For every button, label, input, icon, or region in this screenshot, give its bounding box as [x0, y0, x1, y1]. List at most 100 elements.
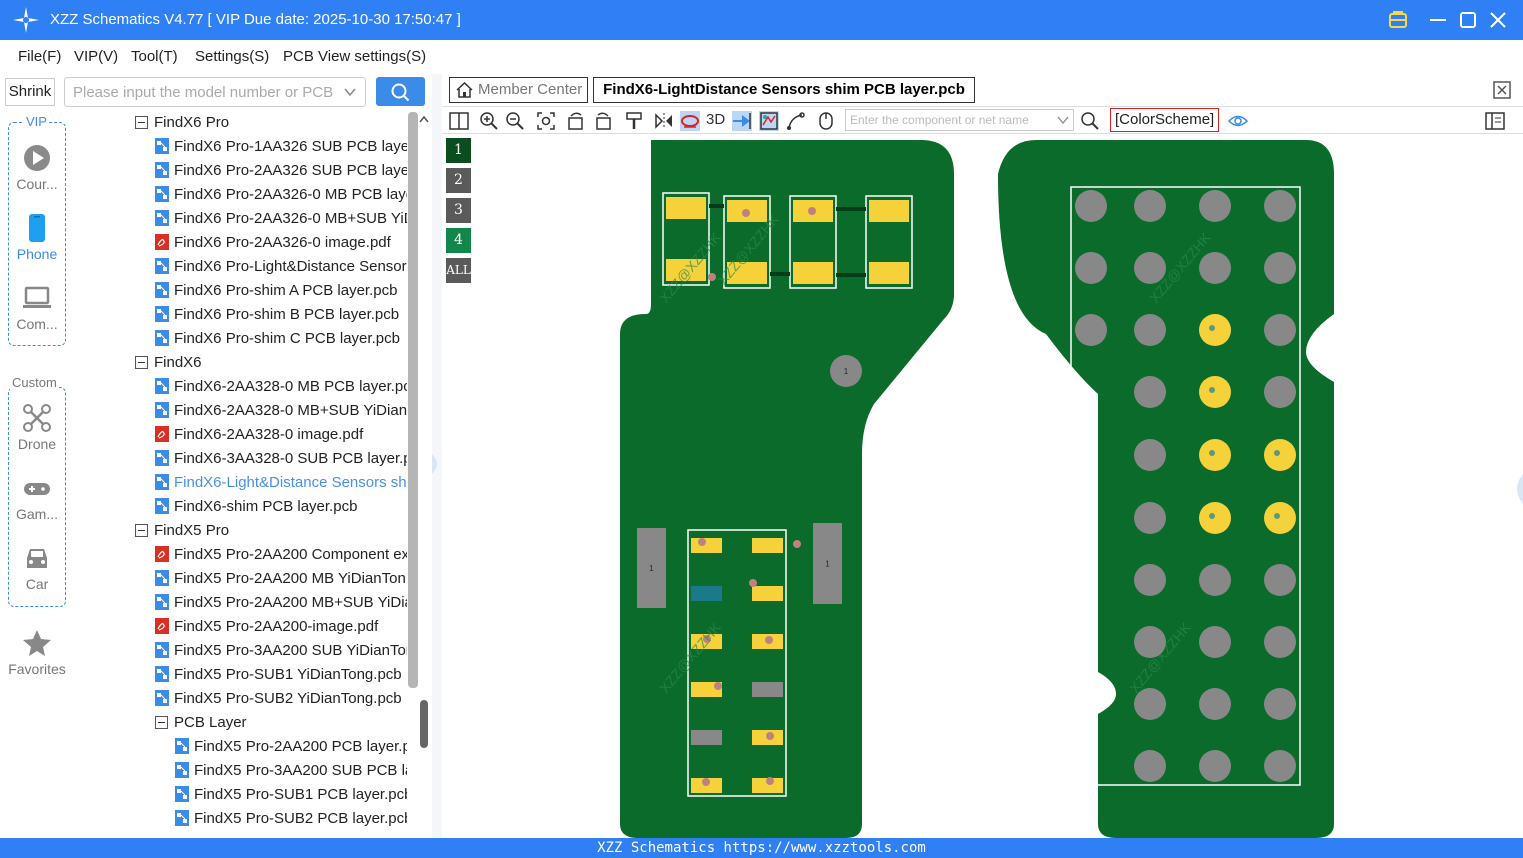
net-trace-icon[interactable] — [732, 111, 752, 131]
view-3d-button[interactable]: 3D — [706, 111, 725, 128]
component-search-input[interactable]: Enter the component or net name — [845, 109, 1074, 131]
layer-1-button[interactable]: 1 — [446, 138, 471, 163]
tree-file[interactable]: FindX5 Pro-2AA200 MB+SUB YiDia — [155, 590, 407, 614]
tree-folder[interactable]: FindX5 Pro — [135, 518, 229, 542]
pcb-canvas[interactable]: 1 1 1 XZZ@XZZHK XZZ@XZZHK XZZ@XZZHK XZZ@XZZHK X… — [476, 134, 1523, 838]
nav-computer[interactable]: Com... — [0, 284, 74, 332]
ball-pad — [1264, 376, 1296, 408]
tree-file[interactable]: FindX5 Pro-2AA200 MB YiDianTon — [155, 566, 406, 590]
search-button[interactable] — [376, 77, 425, 106]
tree-file[interactable]: FindX6 Pro-shim C PCB layer.pcb — [155, 326, 400, 350]
collapse-icon[interactable] — [135, 523, 148, 537]
menu-pcb-view-settings[interactable]: PCB View settings(S) — [283, 48, 426, 65]
tree-scrollbar[interactable] — [408, 112, 418, 688]
tree-file[interactable]: FindX5 Pro-SUB2 YiDianTong.pcb — [155, 686, 402, 710]
tree-file[interactable]: FindX6-2AA328-0 MB PCB layer.pc — [155, 374, 407, 398]
close-icon[interactable] — [1486, 8, 1510, 32]
rotate-right-icon[interactable] — [593, 111, 613, 131]
color-scheme-button[interactable]: [ColorScheme] — [1110, 108, 1220, 132]
split-view-icon[interactable] — [449, 111, 469, 131]
tree-item-label: FindX5 Pro-SUB1 YiDianTong.pcb — [174, 665, 402, 683]
side-panel-icon[interactable] — [1485, 111, 1505, 131]
tree-file[interactable]: FindX5 Pro-SUB1 PCB layer.pcb — [175, 782, 407, 806]
tree-file[interactable]: FindX6-shim PCB layer.pcb — [155, 494, 357, 518]
layer-4-button[interactable]: 4 — [446, 228, 471, 253]
tree-folder[interactable]: FindX6 Pro — [135, 110, 229, 134]
tree-file[interactable]: FindX6 Pro-1AA326 SUB PCB layer. — [155, 134, 407, 158]
pcb-drawing[interactable]: 11 1XZZ@XZZHKXZZ@XZZHK XZZ@XZZHKXZZ@XZZHK X… — [476, 134, 1523, 838]
tab-active-file[interactable]: FindX6-LightDistance Sensors shim PCB la… — [593, 77, 975, 103]
pcb-file-icon — [155, 402, 169, 418]
close-tab-icon[interactable] — [1493, 81, 1511, 99]
tree-file[interactable]: FindX6 Pro-2AA326 SUB PCB layer. — [155, 158, 407, 182]
tree-file[interactable]: FindX6 Pro-2AA326-0 MB PCB laye — [155, 182, 407, 206]
collapse-icon[interactable] — [135, 355, 148, 369]
layer-all-button[interactable]: ALL — [446, 258, 471, 283]
measure-icon[interactable] — [786, 111, 806, 131]
tree-file[interactable]: FindX5 Pro-2AA200 PCB layer.p — [175, 734, 407, 758]
pad-highlight-icon[interactable] — [680, 111, 700, 131]
search-icon[interactable] — [1080, 111, 1100, 131]
scroll-up-icon[interactable] — [418, 114, 430, 124]
pcb-file-icon — [155, 138, 169, 154]
layer-2-button[interactable]: 2 — [446, 168, 471, 193]
tree-scrollbar-thumb[interactable] — [420, 700, 428, 748]
pad — [793, 262, 833, 284]
chevron-down-icon[interactable] — [1057, 115, 1069, 125]
zoom-out-icon[interactable] — [505, 111, 525, 131]
tree-folder[interactable]: FindX6 — [135, 350, 202, 374]
tab-member-center[interactable]: Member Center — [449, 77, 588, 103]
tree-folder[interactable]: PCB Layer — [155, 710, 247, 734]
layer-color-icon[interactable] — [759, 111, 779, 131]
tree-file[interactable]: FindX6 Pro-2AA326-0 image.pdf — [155, 230, 391, 254]
tree-file[interactable]: FindX6-3AA328-0 SUB PCB layer.pc — [155, 446, 407, 470]
nav-favorites[interactable]: Favorites — [0, 629, 74, 677]
collapse-icon[interactable] — [155, 715, 168, 729]
tree-file[interactable]: FindX5 Pro-2AA200 Component ex — [155, 542, 407, 566]
collapse-panel-icon[interactable] — [432, 454, 442, 474]
tree-file[interactable]: FindX6 Pro-shim A PCB layer.pcb — [155, 278, 397, 302]
nav-drone[interactable]: Drone — [0, 404, 74, 452]
collapse-icon[interactable] — [135, 115, 148, 129]
eye-icon[interactable] — [1228, 111, 1248, 131]
panel-splitter[interactable] — [432, 74, 442, 838]
tree-file[interactable]: FindX6 Pro-2AA326-0 MB+SUB YiD — [155, 206, 407, 230]
maximize-icon[interactable] — [1456, 8, 1480, 32]
mirror-icon[interactable] — [654, 111, 674, 131]
tree-file[interactable]: FindX5 Pro-2AA200-image.pdf — [155, 614, 378, 638]
tree-file[interactable]: FindX5 Pro-SUB1 YiDianTong.pcb — [155, 662, 402, 686]
menu-file[interactable]: File(F) — [18, 48, 61, 65]
brush-icon[interactable] — [624, 111, 644, 131]
minimize-icon[interactable] — [1426, 8, 1450, 32]
layer-3-button[interactable]: 3 — [446, 198, 471, 223]
pad — [691, 538, 722, 553]
tree-file[interactable]: FindX6 Pro-shim B PCB layer.pcb — [155, 302, 399, 326]
nav-courses[interactable]: Cour... — [0, 144, 74, 192]
tree-file[interactable]: FindX5 Pro-3AA200 SUB YiDianTor — [155, 638, 407, 662]
tree-file[interactable]: FindX6-Light&Distance Sensors sh — [155, 470, 407, 494]
tree-file[interactable]: FindX5 Pro-3AA200 SUB PCB la — [175, 758, 407, 782]
collapse-right-panel-icon[interactable] — [1511, 474, 1523, 504]
tree-file[interactable]: FindX6-2AA328-0 MB+SUB YiDian — [155, 398, 407, 422]
tree-file[interactable]: FindX5 Pro-SUB2 PCB layer.pcb — [175, 806, 407, 830]
tree-item-label: FindX5 Pro-3AA200 SUB YiDianTor — [174, 641, 407, 659]
zoom-in-icon[interactable] — [479, 111, 499, 131]
rotate-left-icon[interactable] — [566, 111, 586, 131]
tree-file[interactable]: FindX6 Pro-Light&Distance Sensor — [155, 254, 407, 278]
chevron-down-icon[interactable] — [343, 86, 357, 98]
skin-icon[interactable] — [1386, 8, 1410, 32]
nav-games[interactable]: Gam... — [0, 474, 74, 522]
menu-settings[interactable]: Settings(S) — [195, 48, 269, 65]
tree-file[interactable]: FindX6-2AA328-0 image.pdf — [155, 422, 363, 446]
nav-car[interactable]: Car — [0, 544, 74, 592]
ball-pad — [1075, 190, 1107, 222]
component-label: 1 — [844, 367, 849, 376]
mouse-icon[interactable] — [816, 111, 836, 131]
via — [766, 732, 774, 740]
menu-tool[interactable]: Tool(T) — [131, 48, 178, 65]
shrink-button[interactable]: Shrink — [5, 78, 55, 106]
nav-phone[interactable]: Phone — [0, 214, 74, 262]
menu-vip[interactable]: VIP(V) — [74, 48, 118, 65]
model-search-input[interactable]: Please input the model number or PCB — [64, 77, 366, 107]
fit-view-icon[interactable] — [536, 111, 556, 131]
